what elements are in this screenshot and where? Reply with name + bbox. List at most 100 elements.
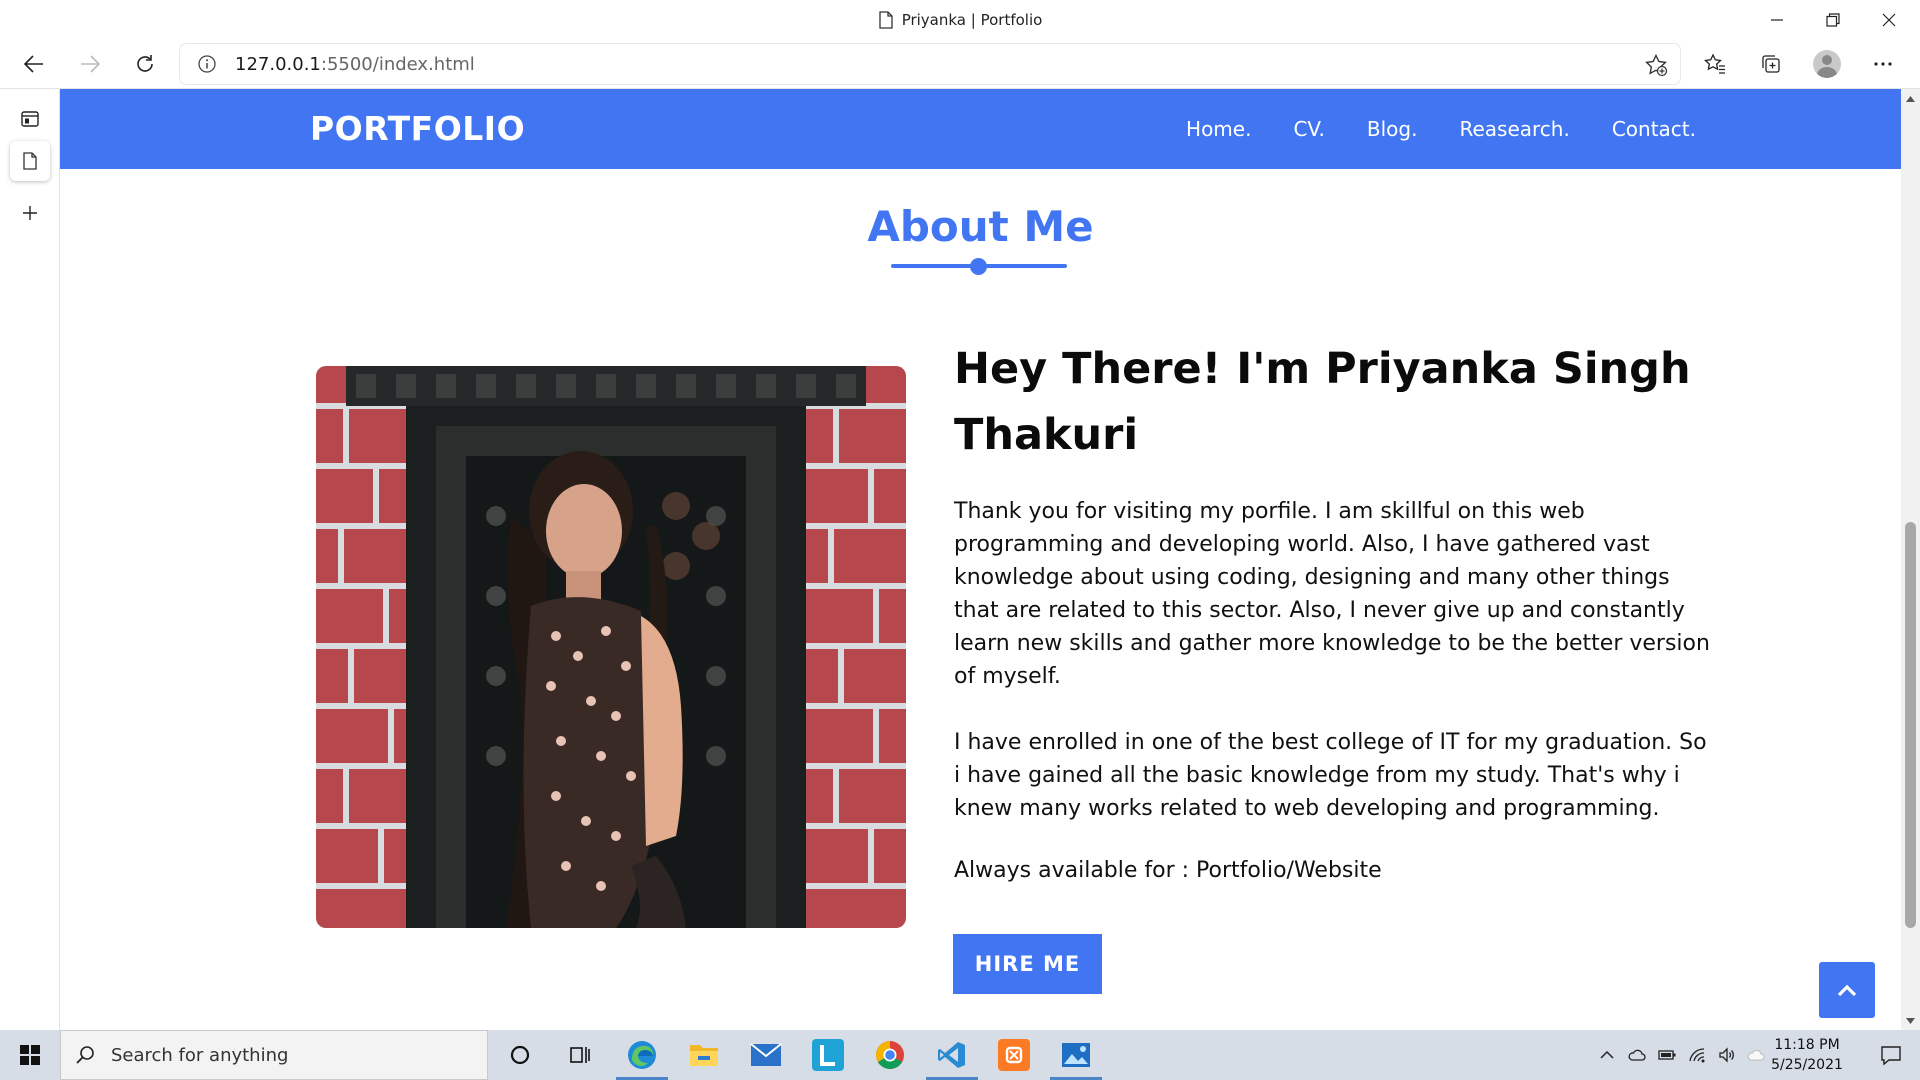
task-view-button[interactable] (550, 1030, 610, 1080)
wifi-tray[interactable] (1682, 1030, 1712, 1080)
taskbar-file-explorer[interactable] (674, 1030, 734, 1080)
notification-icon (1881, 1046, 1901, 1066)
back-button[interactable] (14, 44, 54, 84)
vscode-icon (938, 1042, 965, 1068)
volume-tray[interactable] (1712, 1030, 1742, 1080)
chrome-icon (876, 1041, 904, 1069)
tab-actions-button[interactable] (10, 99, 50, 139)
vertical-tabs-panel (0, 89, 60, 1030)
show-hidden-icons-button[interactable] (1592, 1030, 1622, 1080)
more-dots-icon (1874, 62, 1892, 66)
cloud-icon (1628, 1049, 1646, 1061)
hire-me-button[interactable]: HIRE ME (953, 934, 1102, 994)
taskbar-chrome[interactable] (860, 1030, 920, 1080)
url-host: 127.0.0.1 (235, 53, 321, 75)
taskbar-mail[interactable] (736, 1030, 796, 1080)
start-button[interactable] (0, 1030, 60, 1080)
avatar (1813, 50, 1841, 78)
close-button[interactable] (1861, 0, 1917, 39)
favorites-button[interactable] (1695, 44, 1735, 84)
nav-blog-link[interactable]: Blog. (1367, 117, 1418, 141)
battery-icon (1658, 1050, 1676, 1060)
title-underline-dot (970, 258, 987, 275)
onedrive-tray[interactable] (1622, 1030, 1652, 1080)
scroll-down-arrow-icon (1906, 1017, 1915, 1024)
page-viewport: PORTFOLIO Home. CV. Blog. Reasearch. Con… (60, 89, 1901, 1030)
nav-contact-link[interactable]: Contact. (1612, 117, 1696, 141)
photos-icon (1062, 1043, 1090, 1067)
favorites-icon (1704, 53, 1725, 74)
taskbar-l-app[interactable] (798, 1030, 858, 1080)
page-scrollbar[interactable] (1901, 89, 1920, 1030)
more-options-button[interactable] (1863, 44, 1903, 84)
cortana-button[interactable] (490, 1030, 550, 1080)
forward-arrow-icon (81, 55, 101, 73)
tab-title: Priyanka | Portfolio (901, 10, 1043, 29)
back-arrow-icon (23, 55, 43, 73)
speaker-icon (1719, 1047, 1734, 1063)
minimize-button[interactable] (1749, 0, 1805, 39)
taskbar-xampp[interactable] (984, 1030, 1044, 1080)
scroll-thumb[interactable] (1905, 522, 1916, 928)
url-path: :5500/index.html (320, 53, 475, 75)
clock-date: 5/25/2021 (1771, 1057, 1843, 1073)
action-center-button[interactable] (1862, 1030, 1920, 1080)
taskbar-vscode[interactable] (922, 1030, 982, 1080)
page-icon (23, 152, 37, 170)
info-icon[interactable] (197, 54, 217, 74)
search-placeholder: Search for anything (111, 1044, 289, 1066)
scroll-up-button[interactable] (1901, 89, 1920, 108)
profile-photo (316, 366, 906, 928)
taskbar-search[interactable]: Search for anything (60, 1030, 488, 1080)
refresh-icon (137, 55, 153, 72)
availability-text: Always available for : Portfolio/Website (954, 858, 1382, 883)
refresh-button[interactable] (125, 44, 165, 84)
edge-icon (628, 1041, 656, 1069)
battery-tray[interactable] (1652, 1030, 1682, 1080)
collections-icon (1762, 55, 1780, 73)
taskbar-clock[interactable]: 11:18 PM 5/25/2021 (1752, 1035, 1862, 1075)
site-menu: Home. CV. Blog. Reasearch. Contact. (1186, 89, 1696, 169)
address-bar[interactable]: 127.0.0.1:5500/index.html (180, 44, 1680, 84)
collections-button[interactable] (1751, 44, 1791, 84)
site-brand[interactable]: PORTFOLIO (310, 89, 525, 169)
search-icon (76, 1046, 94, 1064)
minimize-icon (1771, 18, 1783, 21)
section-title: About Me (867, 202, 1094, 251)
window-title: Priyanka | Portfolio (0, 0, 1920, 39)
about-paragraph-2: I have enrolled in one of the best colle… (954, 730, 1707, 821)
profile-button[interactable] (1807, 44, 1847, 84)
taskbar-edge[interactable] (612, 1030, 672, 1080)
nav-cv-link[interactable]: CV. (1293, 117, 1324, 141)
new-tab-button[interactable] (10, 193, 50, 233)
nav-home-link[interactable]: Home. (1186, 117, 1251, 141)
windows-taskbar: Search for anything 11:18 PM 5/25/2021 (0, 1030, 1920, 1080)
about-paragraph-1: Thank you for visiting my porfile. I am … (954, 499, 1710, 689)
forward-button[interactable] (70, 44, 110, 84)
nav-research-link[interactable]: Reasearch. (1459, 117, 1569, 141)
browser-toolbar: 127.0.0.1:5500/index.html (0, 39, 1920, 89)
site-navbar: PORTFOLIO Home. CV. Blog. Reasearch. Con… (60, 89, 1901, 169)
profile-photo-illustration (316, 366, 906, 928)
about-headline: Hey There! I'm Priyanka Singh Thakuri (954, 344, 1691, 460)
window-title-bar: Priyanka | Portfolio (0, 0, 1920, 39)
clock-time: 11:18 PM (1774, 1037, 1840, 1053)
file-explorer-icon (690, 1045, 718, 1066)
tab-portfolio[interactable] (10, 141, 50, 181)
scroll-to-top-button[interactable] (1819, 962, 1875, 1018)
tab-actions-icon (21, 111, 39, 127)
mail-icon (750, 1043, 782, 1066)
scroll-up-arrow-icon (1906, 95, 1915, 102)
restore-icon (1826, 12, 1840, 27)
page-icon (879, 10, 893, 29)
close-icon (1882, 13, 1896, 26)
scroll-down-button[interactable] (1901, 1011, 1920, 1030)
chevron-up-icon (1600, 1050, 1614, 1059)
l-app-icon (812, 1039, 844, 1071)
add-favorite-icon[interactable] (1644, 53, 1668, 77)
cortana-icon (510, 1045, 530, 1065)
taskbar-photos[interactable] (1046, 1030, 1106, 1080)
restore-button[interactable] (1805, 0, 1861, 39)
xampp-icon (998, 1039, 1030, 1071)
wifi-icon (1689, 1048, 1705, 1063)
